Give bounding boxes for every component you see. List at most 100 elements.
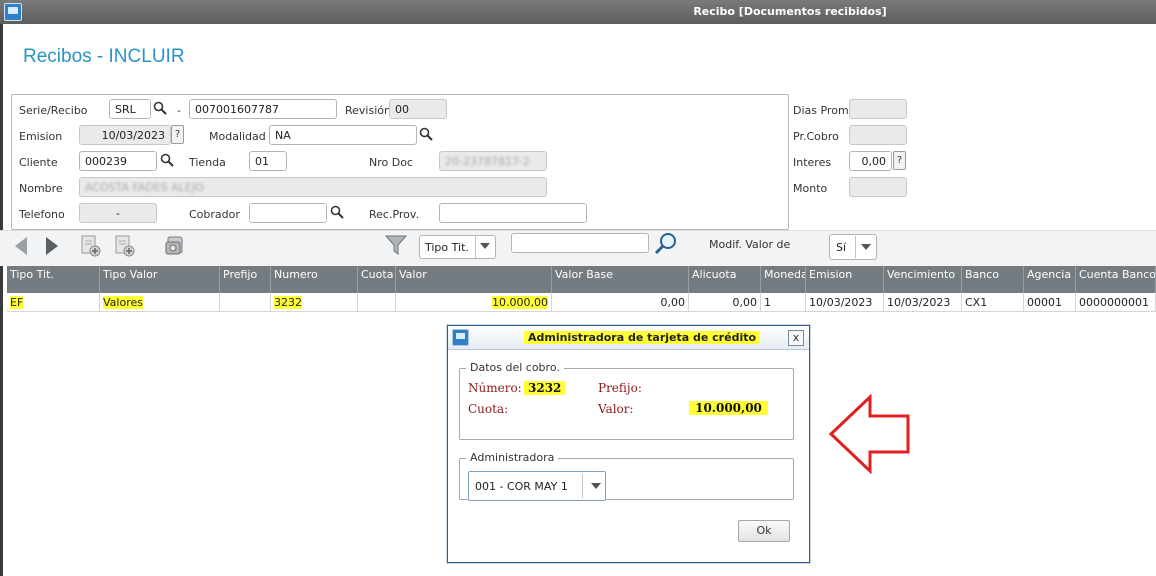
dialog-title: Administradora de tarjeta de crédito bbox=[524, 331, 761, 344]
administradora-select[interactable]: 001 - COR MAY 1 bbox=[468, 471, 606, 501]
table-cell[interactable]: 10/03/2023 bbox=[884, 293, 962, 312]
recibo-number-input[interactable]: 007001607787 bbox=[189, 99, 337, 119]
monto-label: Monto bbox=[793, 182, 828, 195]
interes-label: Interes bbox=[793, 156, 832, 169]
grid-search-input[interactable] bbox=[511, 233, 649, 253]
ok-button[interactable]: Ok bbox=[738, 520, 790, 542]
tienda-input[interactable]: 01 bbox=[249, 151, 287, 171]
prcobro-field bbox=[849, 125, 907, 145]
table-cell[interactable]: 0,00 bbox=[689, 293, 761, 312]
chevron-down-icon[interactable] bbox=[591, 483, 601, 490]
left-accent-bar bbox=[0, 24, 3, 576]
tienda-label: Tienda bbox=[189, 156, 226, 169]
grid-header: Tipo Tit. Tipo Valor Prefijo Numero Cuot… bbox=[7, 266, 1156, 293]
table-cell[interactable]: 0,00 bbox=[552, 293, 689, 312]
modalidad-input[interactable]: NA bbox=[269, 125, 417, 145]
chevron-down-icon[interactable] bbox=[861, 244, 871, 251]
add-document-icon[interactable] bbox=[80, 234, 102, 258]
chevron-down-icon[interactable] bbox=[480, 243, 490, 250]
numero-value: 3232 bbox=[524, 381, 566, 395]
table-cell[interactable]: 3232 bbox=[271, 293, 358, 312]
column-header[interactable]: Cuota bbox=[358, 266, 396, 293]
cliente-search-icon[interactable] bbox=[160, 153, 174, 167]
dias-prom-field bbox=[849, 99, 907, 119]
table-cell[interactable]: 10.000,00 bbox=[396, 293, 552, 312]
dialog-window-icon bbox=[452, 329, 469, 346]
column-header[interactable]: Numero bbox=[271, 266, 358, 293]
table-cell[interactable]: EF bbox=[7, 293, 100, 312]
recprov-label: Rec.Prov. bbox=[369, 208, 420, 221]
telefono-label: Telefono bbox=[19, 208, 65, 221]
table-row[interactable]: EF Valores 3232 10.000,00 0,00 0,00 1 10… bbox=[7, 293, 1156, 312]
column-header[interactable]: Banco bbox=[962, 266, 1024, 293]
column-header[interactable]: Alicuota bbox=[689, 266, 761, 293]
dialog-title-bar[interactable]: Administradora de tarjeta de crédito x bbox=[448, 326, 809, 350]
table-cell[interactable] bbox=[220, 293, 271, 312]
recprov-input[interactable] bbox=[439, 203, 587, 223]
telefono-field: - bbox=[79, 203, 157, 223]
administradora-legend: Administradora bbox=[466, 451, 559, 464]
column-header[interactable]: Cuenta Banco bbox=[1076, 266, 1156, 293]
column-header[interactable]: Valor Base bbox=[552, 266, 689, 293]
modalidad-label: Modalidad bbox=[209, 130, 266, 143]
modif-valor-value: Sí bbox=[836, 241, 847, 254]
serie-input[interactable]: SRL bbox=[109, 99, 151, 119]
table-cell[interactable]: 10/03/2023 bbox=[806, 293, 884, 312]
modalidad-search-icon[interactable] bbox=[419, 127, 433, 141]
cliente-label: Cliente bbox=[19, 156, 58, 169]
serie-separator: - bbox=[177, 104, 181, 117]
interes-help-button[interactable]: ? bbox=[893, 151, 906, 170]
datos-cobro-legend: Datos del cobro. bbox=[466, 361, 564, 374]
cell-text: Valores bbox=[103, 296, 143, 309]
modif-select-divider bbox=[855, 236, 856, 258]
table-cell[interactable]: Valores bbox=[100, 293, 220, 312]
cobrador-label: Cobrador bbox=[189, 208, 240, 221]
column-header[interactable]: Emision bbox=[806, 266, 884, 293]
modif-valor-label: Modif. Valor de bbox=[709, 238, 791, 251]
valor-label: Valor: bbox=[598, 402, 634, 416]
table-cell[interactable]: 0000000001 bbox=[1076, 293, 1156, 312]
filter-funnel-icon[interactable] bbox=[385, 234, 407, 256]
valor-value: 10.000,00 bbox=[689, 401, 768, 415]
column-header[interactable]: Agencia bbox=[1024, 266, 1076, 293]
emision-help-button[interactable]: ? bbox=[171, 125, 184, 144]
cobrador-input[interactable] bbox=[249, 203, 327, 223]
search-magnifier-icon[interactable] bbox=[654, 232, 680, 256]
interes-input[interactable]: 0,00 bbox=[849, 151, 892, 171]
insert-document-icon[interactable] bbox=[114, 234, 136, 258]
emision-field: 10/03/2023 bbox=[79, 125, 171, 145]
numero-label: Número: bbox=[468, 381, 522, 395]
app-window-icon bbox=[4, 3, 22, 21]
nombre-label: Nombre bbox=[19, 182, 63, 195]
nombre-field: ACOSTA FADES ALEJO bbox=[79, 177, 547, 197]
window-title-bar: Recibo [Documentos recibidos] bbox=[0, 0, 1156, 24]
table-cell[interactable]: CX1 bbox=[962, 293, 1024, 312]
column-header[interactable]: Moneda bbox=[761, 266, 806, 293]
window-title: Recibo [Documentos recibidos] bbox=[693, 5, 887, 18]
cliente-input[interactable]: 000239 bbox=[79, 151, 157, 171]
serie-label: Serie/Recibo bbox=[19, 104, 88, 117]
prefijo-label: Prefijo: bbox=[598, 381, 642, 395]
emision-label: Emision bbox=[19, 130, 63, 143]
previous-arrow-icon[interactable] bbox=[14, 236, 28, 256]
nrodoc-field: 20-23787817-2 bbox=[439, 151, 547, 171]
cuota-label: Cuota: bbox=[468, 402, 509, 416]
nrodoc-label: Nro Doc bbox=[369, 156, 413, 169]
column-header[interactable]: Prefijo bbox=[220, 266, 271, 293]
money-stack-icon[interactable] bbox=[164, 233, 186, 257]
filter-select-divider bbox=[475, 236, 476, 258]
page-title: Recibos - INCLUIR bbox=[23, 46, 185, 67]
table-cell[interactable] bbox=[358, 293, 396, 312]
column-header[interactable]: Vencimiento bbox=[884, 266, 962, 293]
next-arrow-icon[interactable] bbox=[45, 236, 59, 256]
prcobro-label: Pr.Cobro bbox=[793, 130, 839, 143]
cobrador-search-icon[interactable] bbox=[330, 205, 344, 219]
credit-card-admin-dialog: Administradora de tarjeta de crédito x D… bbox=[447, 325, 810, 563]
column-header[interactable]: Tipo Tit. bbox=[7, 266, 100, 293]
serie-search-icon[interactable] bbox=[153, 101, 167, 115]
close-icon[interactable]: x bbox=[788, 330, 804, 346]
column-header[interactable]: Tipo Valor bbox=[100, 266, 220, 293]
table-cell[interactable]: 00001 bbox=[1024, 293, 1076, 312]
column-header[interactable]: Valor bbox=[396, 266, 552, 293]
table-cell[interactable]: 1 bbox=[761, 293, 806, 312]
